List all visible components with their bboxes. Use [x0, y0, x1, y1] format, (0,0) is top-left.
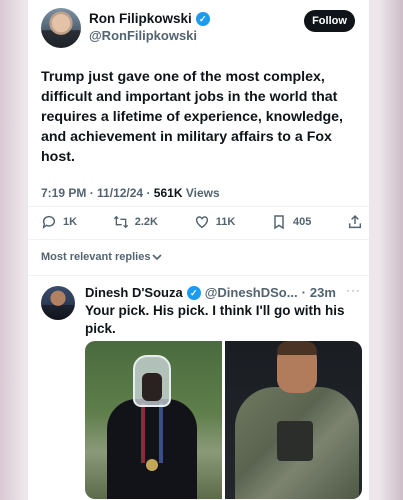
follow-button[interactable]: Follow [304, 10, 355, 32]
reply-text: Your pick. His pick. I think I'll go wit… [85, 303, 345, 336]
author-handle[interactable]: @RonFilipkowski [89, 28, 197, 43]
heart-icon [195, 216, 208, 229]
meta-separator: · [89, 186, 98, 200]
tweet-detail-card: Ron Filipkowski ✓ @RonFilipkowski Follow… [28, 0, 369, 500]
meta-separator: · [146, 186, 154, 200]
reply-media-grid [85, 341, 362, 499]
views-count: 561K [153, 186, 183, 200]
more-options-icon[interactable]: ··· [346, 283, 361, 297]
author-name[interactable]: Ron Filipkowski [89, 11, 192, 26]
photo-soldier-hair [277, 341, 317, 355]
bookmark-icon [274, 215, 284, 230]
photo-face-shield [133, 355, 171, 407]
reply-sort-selector[interactable]: Most relevant replies [41, 251, 163, 263]
reply-button[interactable]: 1K [41, 214, 77, 230]
repost-button[interactable]: 2.2K [113, 214, 158, 230]
photo-soldier-gear [277, 421, 313, 461]
photo-ribbon [141, 403, 163, 463]
tweet-date[interactable]: 11/12/24 [97, 186, 143, 200]
author-name-row[interactable]: Ron Filipkowski ✓ [89, 11, 210, 26]
tweet-time[interactable]: 7:19 PM [41, 186, 86, 200]
reply-count: 1K [63, 216, 78, 228]
repost-count: 2.2K [134, 216, 158, 228]
reply-author-name[interactable]: Dinesh D'Souza [85, 285, 183, 300]
like-button[interactable]: 11K [194, 214, 236, 230]
divider [28, 275, 369, 276]
divider [28, 239, 369, 240]
reply-time[interactable]: 23m [310, 285, 336, 300]
reply-author-avatar[interactable] [41, 286, 75, 320]
like-count: 11K [215, 216, 236, 228]
repost-icon [113, 215, 128, 229]
reply-header: Dinesh D'Souza ✓ @DineshDSo... · 23m [85, 285, 336, 300]
share-icon [348, 214, 362, 229]
verified-badge-icon: ✓ [186, 285, 201, 300]
bookmark-button[interactable]: 405 [271, 214, 311, 230]
author-avatar[interactable] [41, 8, 81, 48]
sort-label: Most relevant replies [41, 251, 151, 263]
reply-photo-1[interactable] [85, 341, 222, 499]
divider [28, 206, 369, 207]
tweet-text: Trump just gave one of the most complex,… [41, 69, 343, 165]
reply-author-handle[interactable]: @DineshDSo... [205, 285, 298, 300]
action-bar: 1K 2.2K 11K 405 [41, 214, 363, 230]
bookmark-count: 405 [292, 216, 312, 228]
share-button[interactable] [347, 214, 363, 230]
tweet-meta: 7:19 PM · 11/12/24 · 561K Views [41, 186, 220, 200]
reply-photo-2[interactable] [225, 341, 362, 499]
views-label: Views [185, 186, 220, 200]
reply-icon [42, 215, 56, 230]
verified-badge-icon: ✓ [195, 11, 210, 26]
meta-separator: · [301, 285, 306, 300]
photo-medal [146, 459, 158, 471]
chevron-down-icon [152, 254, 163, 261]
